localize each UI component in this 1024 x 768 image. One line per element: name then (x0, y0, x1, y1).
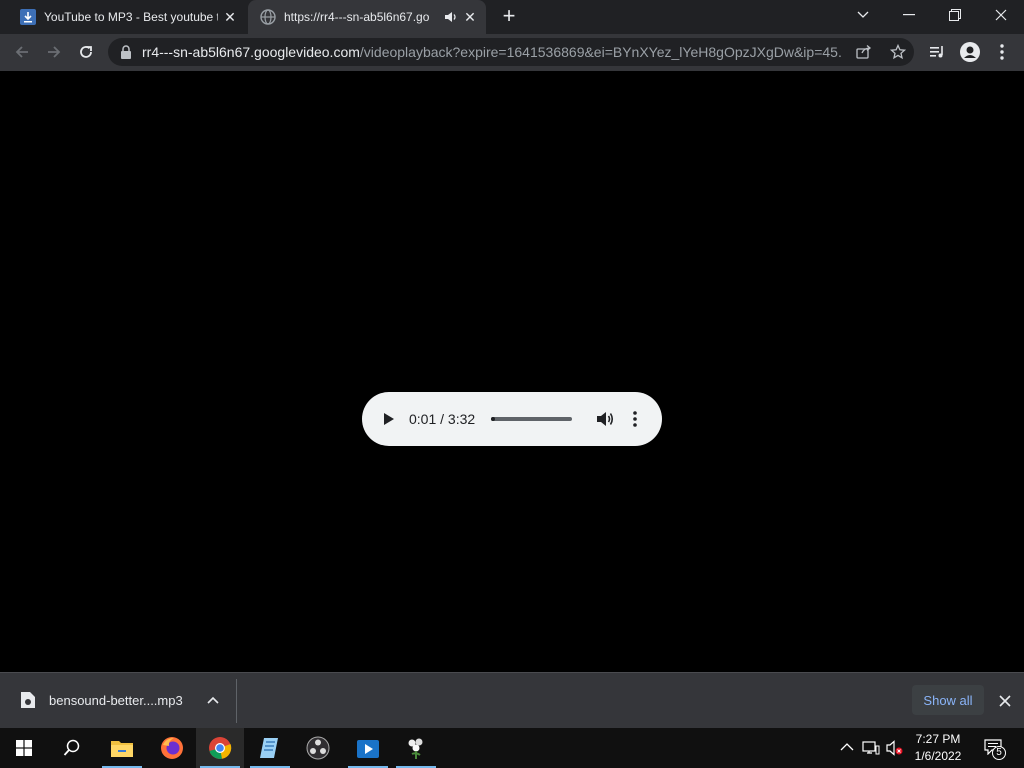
windows-logo-icon (16, 740, 32, 756)
media-control-button[interactable] (924, 38, 952, 66)
windows-taskbar: 7:27 PM 1/6/2022 5 (0, 728, 1024, 768)
tab-googlevideo[interactable]: https://rr4---sn-ab5l6n67.go ✕ (248, 0, 486, 34)
taskbar-file-explorer[interactable] (98, 728, 146, 768)
new-tab-button[interactable]: + (498, 5, 520, 28)
taskbar-app[interactable] (392, 728, 440, 768)
media-viewer: 0:01 / 3:32 (0, 71, 1024, 672)
progress-slider[interactable] (491, 417, 572, 421)
more-options-icon[interactable] (630, 410, 640, 428)
clock-time[interactable]: 7:27 PM (903, 732, 973, 746)
close-icon[interactable] (996, 692, 1014, 710)
taskbar-media-player[interactable] (344, 728, 392, 768)
arrow-right-icon (48, 46, 61, 58)
speaker-icon[interactable] (444, 10, 458, 24)
flower-app-icon (408, 738, 423, 759)
tab-search-button[interactable] (840, 0, 886, 30)
tab-title: YouTube to MP3 - Best youtube t (44, 10, 218, 24)
taskbar-firefox[interactable] (148, 728, 196, 768)
audio-player[interactable]: 0:01 / 3:32 (362, 392, 662, 446)
minimize-icon (903, 14, 915, 16)
show-all-button[interactable]: Show all (912, 685, 984, 715)
search-button[interactable] (48, 728, 96, 768)
obs-icon (306, 736, 330, 760)
browser-toolbar: rr4---sn-ab5l6n67.googlevideo.com/videop… (0, 34, 1024, 71)
notification-count-badge: 5 (992, 746, 1006, 760)
chevron-down-icon (857, 11, 869, 18)
download-icon (20, 9, 36, 25)
search-icon (63, 739, 80, 756)
reload-icon (80, 46, 92, 58)
url-host: rr4---sn-ab5l6n67.googlevideo.com (142, 44, 360, 60)
tab-strip: YouTube to MP3 - Best youtube t ✕ https:… (0, 0, 1024, 34)
url-path: /videoplayback?expire=1641536869&ei=BYnX… (359, 44, 842, 60)
taskbar-obs[interactable] (294, 728, 342, 768)
close-icon (995, 9, 1007, 21)
start-button[interactable] (0, 728, 48, 768)
menu-button[interactable] (988, 38, 1016, 66)
video-player-icon (357, 740, 379, 758)
star-icon[interactable] (890, 44, 906, 60)
forward-button[interactable] (40, 38, 68, 66)
lock-icon[interactable] (120, 45, 132, 59)
reload-button[interactable] (72, 38, 100, 66)
progress-fill (491, 417, 495, 421)
avatar-icon (960, 42, 980, 62)
tab-close-icon[interactable]: ✕ (222, 9, 238, 25)
taskbar-chrome[interactable] (196, 728, 244, 768)
close-window-button[interactable] (978, 0, 1024, 30)
arrow-left-icon (15, 46, 28, 58)
taskbar-notepad[interactable] (246, 728, 294, 768)
address-bar[interactable]: rr4---sn-ab5l6n67.googlevideo.com/videop… (108, 38, 914, 66)
tab-youtube-to-mp3[interactable]: YouTube to MP3 - Best youtube t ✕ (8, 0, 246, 34)
download-filename[interactable]: bensound-better....mp3 (49, 693, 183, 708)
firefox-icon (161, 737, 183, 759)
media-queue-icon (930, 46, 943, 58)
restore-button[interactable] (932, 0, 978, 30)
back-button[interactable] (8, 38, 36, 66)
tab-title: https://rr4---sn-ab5l6n67.go (284, 10, 430, 24)
minimize-button[interactable] (886, 0, 932, 30)
action-center-button[interactable]: 5 (980, 728, 1010, 768)
notepad-icon (260, 738, 278, 758)
audio-file-icon (21, 692, 35, 708)
network-icon[interactable] (862, 740, 880, 756)
download-shelf: bensound-better....mp3 Show all (0, 672, 1024, 728)
chrome-icon (209, 737, 232, 759)
time-display: 0:01 / 3:32 (409, 411, 476, 427)
clock-date[interactable]: 1/6/2022 (903, 749, 973, 763)
folder-icon (111, 741, 133, 757)
globe-icon (260, 9, 276, 25)
restore-icon (949, 9, 961, 21)
volume-icon[interactable] (595, 409, 615, 429)
profile-button[interactable] (956, 38, 984, 66)
tab-close-icon[interactable]: ✕ (462, 9, 478, 25)
volume-muted-icon[interactable] (886, 740, 904, 756)
url-text[interactable]: rr4---sn-ab5l6n67.googlevideo.com/videop… (142, 44, 842, 60)
play-icon[interactable] (380, 411, 396, 427)
divider (236, 679, 237, 723)
chevron-up-icon[interactable] (205, 693, 221, 709)
more-vertical-icon (1000, 44, 1004, 60)
chevron-up-icon[interactable] (840, 742, 854, 752)
share-icon[interactable] (856, 45, 872, 59)
